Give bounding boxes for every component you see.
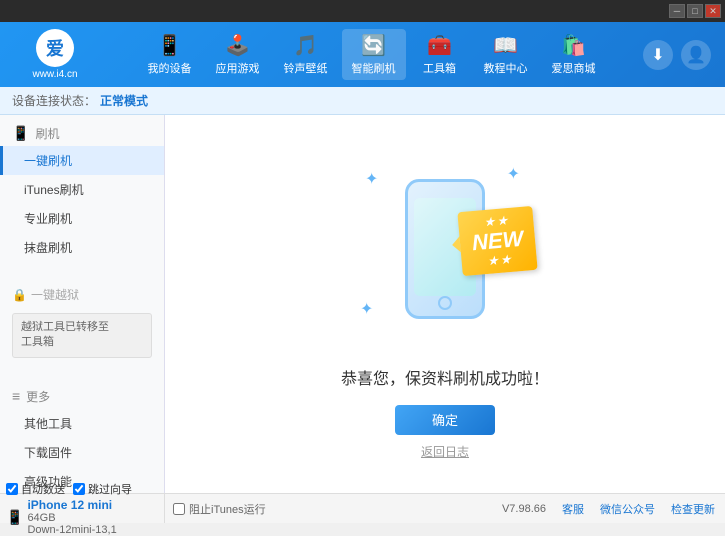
nav-tutorials-icon: 📖 [493, 33, 518, 58]
device-row: 📱 iPhone 12 mini 64GB Down-12mini-13,1 [6, 498, 158, 536]
sparkle-1: ✦ [365, 169, 378, 189]
customer-service-link[interactable]: 客服 [562, 501, 584, 517]
content-area: ✦ ✦ ✦ ★ ★ NEW ★ ★ 恭喜您，保资料刷机成功啦！ 确定 返回日志 [165, 115, 725, 493]
sidebar: 📱 刷机 一键刷机 iTunes刷机 专业刷机 抹盘刷机 🔒 一键越狱 [0, 115, 165, 493]
section-header-jailbreak: 🔒 一键越狱 [0, 282, 164, 307]
nav-my-device[interactable]: 📱 我的设备 [138, 29, 202, 80]
bottom-status: V7.98.66 客服 微信公众号 检查更新 [502, 501, 725, 517]
status-value: 正常模式 [100, 92, 148, 109]
nav-tutorials[interactable]: 📖 教程中心 [474, 29, 538, 80]
nav-apps-games[interactable]: 🕹️ 应用游戏 [206, 29, 270, 80]
sparkle-2: ✦ [507, 164, 520, 184]
sidebar-item-itunes[interactable]: iTunes刷机 [0, 175, 164, 204]
sidebar-item-download-fw[interactable]: 下载固件 [0, 438, 164, 467]
title-bar: ─ □ ✕ [0, 0, 725, 22]
device-storage: 64GB [27, 512, 116, 524]
section-header-more: ≡ 更多 [0, 384, 164, 409]
restore-btn[interactable]: □ [687, 4, 703, 18]
close-btn[interactable]: ✕ [705, 4, 721, 18]
nav-flash-icon: 🔄 [361, 33, 386, 58]
user-btn[interactable]: 👤 [681, 40, 711, 70]
skip-wizard-checkbox[interactable]: 跳过向导 [73, 481, 132, 497]
main-area: 📱 刷机 一键刷机 iTunes刷机 专业刷机 抹盘刷机 🔒 一键越狱 [0, 115, 725, 493]
logo-url: www.i4.cn [32, 69, 77, 80]
sidebar-section-jailbreak: 🔒 一键越狱 越狱工具已转移至工具箱 [0, 276, 164, 370]
nav-bar: 📱 我的设备 🕹️ 应用游戏 🎵 铃声壁纸 🔄 智能刷机 🧰 工具箱 📖 教程中… [100, 29, 643, 80]
section-more-icon: ≡ [12, 388, 20, 404]
wechat-link[interactable]: 微信公众号 [600, 501, 655, 517]
confirm-button[interactable]: 确定 [395, 405, 495, 435]
logo-icon: 爱 [36, 29, 74, 67]
nav-flash-label: 智能刷机 [352, 60, 396, 76]
nav-right: ⬇ 👤 [643, 40, 711, 70]
sidebar-item-wipe[interactable]: 抹盘刷机 [0, 233, 164, 262]
sidebar-item-pro[interactable]: 专业刷机 [0, 204, 164, 233]
back-link[interactable]: 返回日志 [421, 443, 469, 460]
jailbreak-note: 越狱工具已转移至工具箱 [12, 313, 152, 358]
auto-send-input[interactable] [6, 483, 18, 495]
sparkle-3: ✦ [360, 299, 373, 319]
nav-tools[interactable]: 🧰 工具箱 [410, 29, 470, 80]
sidebar-item-oneclick[interactable]: 一键刷机 [0, 146, 164, 175]
nav-my-device-icon: 📱 [157, 33, 182, 58]
check-update-link[interactable]: 检查更新 [671, 501, 715, 517]
checkboxes: 自动数送 跳过向导 [6, 481, 158, 497]
nav-apps-label: 应用游戏 [216, 60, 260, 76]
nav-my-device-label: 我的设备 [148, 60, 192, 76]
new-badge: ★ ★ NEW ★ ★ [457, 205, 538, 275]
section-flash-icon: 📱 [12, 125, 29, 142]
sidebar-item-other-tools[interactable]: 其他工具 [0, 409, 164, 438]
section-flash-label: 刷机 [35, 125, 59, 142]
skip-wizard-input[interactable] [73, 483, 85, 495]
nav-tools-icon: 🧰 [427, 33, 452, 58]
nav-ringtones[interactable]: 🎵 铃声壁纸 [274, 29, 338, 80]
stop-itunes[interactable]: 阻止iTunes运行 [165, 494, 274, 523]
nav-ring-icon: 🎵 [293, 33, 318, 58]
nav-store[interactable]: 🛍️ 爱思商城 [542, 29, 606, 80]
device-info: iPhone 12 mini 64GB Down-12mini-13,1 [27, 498, 116, 536]
nav-tutorials-label: 教程中心 [484, 60, 528, 76]
auto-send-checkbox[interactable]: 自动数送 [6, 481, 65, 497]
logo-area[interactable]: 爱 www.i4.cn [10, 29, 100, 80]
section-header-flash: 📱 刷机 [0, 121, 164, 146]
device-name: iPhone 12 mini [27, 498, 116, 512]
nav-store-label: 爱思商城 [552, 60, 596, 76]
nav-apps-icon: 🕹️ [225, 33, 250, 58]
header: 爱 www.i4.cn 📱 我的设备 🕹️ 应用游戏 🎵 铃声壁纸 🔄 智能刷机… [0, 22, 725, 87]
stop-itunes-checkbox[interactable] [173, 503, 185, 515]
minimize-btn[interactable]: ─ [669, 4, 685, 18]
success-text: 恭喜您，保资料刷机成功啦！ [341, 365, 549, 389]
nav-tools-label: 工具箱 [423, 60, 456, 76]
nav-smart-flash[interactable]: 🔄 智能刷机 [342, 29, 406, 80]
bottom-bar: 自动数送 跳过向导 📱 iPhone 12 mini 64GB Down-12m… [0, 493, 725, 523]
phone-home-btn [438, 296, 452, 310]
status-bar: 设备连接状态： 正常模式 [0, 87, 725, 115]
nav-ring-label: 铃声壁纸 [284, 60, 328, 76]
status-label: 设备连接状态： [12, 92, 96, 109]
illustration: ✦ ✦ ✦ ★ ★ NEW ★ ★ [345, 149, 545, 349]
sidebar-section-flash: 📱 刷机 一键刷机 iTunes刷机 专业刷机 抹盘刷机 [0, 115, 164, 268]
nav-store-icon: 🛍️ [561, 33, 586, 58]
sidebar-section-more: ≡ 更多 其他工具 下载固件 高级功能 [0, 378, 164, 493]
lock-icon: 🔒 [12, 288, 27, 302]
device-model: Down-12mini-13,1 [27, 524, 116, 536]
bottom-left-section: 自动数送 跳过向导 📱 iPhone 12 mini 64GB Down-12m… [0, 494, 165, 523]
version-label: V7.98.66 [502, 503, 546, 515]
download-btn[interactable]: ⬇ [643, 40, 673, 70]
